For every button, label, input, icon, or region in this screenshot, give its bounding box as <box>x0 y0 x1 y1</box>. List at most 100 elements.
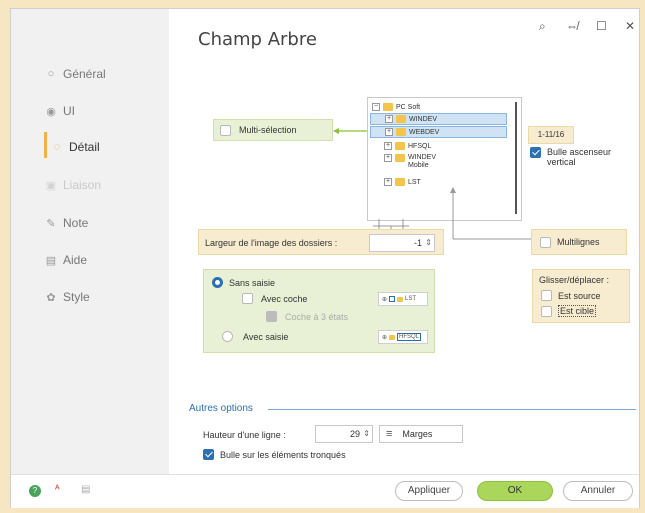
folder-icon <box>396 128 406 136</box>
est-cible-label: Est cible <box>558 305 597 317</box>
tree-item-label: WINDEV <box>409 115 437 123</box>
marges-label: Marges <box>402 429 433 439</box>
avec-saisie-label: Avec saisie <box>243 331 289 342</box>
bulle-tronques-option[interactable]: Bulle sur les éléments tronqués <box>203 449 346 460</box>
pin-icon[interactable]: ⌕ <box>539 19 546 34</box>
restore-icon[interactable]: ⇎ <box>566 19 578 33</box>
bulle-ascenseur-checkbox[interactable] <box>530 147 541 158</box>
largeur-value: -1 <box>413 238 422 248</box>
tree-item: + HFSQL <box>384 140 431 152</box>
collapse-icon: − <box>372 103 380 111</box>
checkbox-icon <box>389 296 396 302</box>
hauteur-label: Hauteur d'une ligne : <box>203 430 286 440</box>
saisie-preview: ⊕ HFSQL <box>378 330 428 344</box>
tree-item-label: LST <box>408 178 421 186</box>
eye-icon: ◉ <box>46 105 56 118</box>
expand-icon: ⊕ <box>382 296 388 303</box>
tree-item: + WINDEV <box>370 113 507 125</box>
stepper-icon[interactable]: ⇕ <box>425 235 432 251</box>
tree-item-label: HFSQL <box>408 142 432 150</box>
radio-icon: ○ <box>47 68 55 80</box>
folder-icon <box>395 142 405 150</box>
sidebar-item-label: Général <box>63 67 106 81</box>
coche-3-etats-checkbox <box>266 311 277 322</box>
multiselection-label: Multi-sélection <box>239 125 297 135</box>
avec-coche-option[interactable]: Avec coche <box>242 293 307 304</box>
est-source-option[interactable]: Est source <box>541 290 601 301</box>
sidebar-item-note[interactable]: ✎ Note <box>45 216 88 230</box>
est-cible-option[interactable]: Est cible <box>541 305 597 317</box>
tree-item: + LST <box>384 176 421 188</box>
avec-saisie-radio[interactable] <box>222 331 233 342</box>
page-title: Champ Arbre <box>198 29 317 50</box>
preview-label: HFSQL <box>397 333 422 341</box>
expand-icon: + <box>385 128 393 136</box>
multilignes-checkbox[interactable] <box>540 236 551 248</box>
coche-3-etats-label: Coche à 3 états <box>285 311 349 322</box>
expand-icon: + <box>384 154 392 162</box>
sidebar-item-liaison[interactable]: ▣ Liaison <box>45 178 101 192</box>
pencil-icon: ✎ <box>46 217 56 230</box>
coche-3-etats-option: Coche à 3 états <box>266 311 348 322</box>
copy-icon[interactable]: ▤ <box>81 484 90 495</box>
detail-icon: ◌ <box>53 141 61 153</box>
glisser-panel: Glisser/déplacer : Est source Est cible <box>532 269 630 323</box>
multiselection-checkbox[interactable] <box>220 124 231 136</box>
link-icon: ▣ <box>45 179 57 192</box>
preview-label: LST <box>405 296 417 302</box>
annuler-button[interactable]: Annuler <box>563 481 633 501</box>
bulle-ascenseur-label: Bulle ascenseur vertical <box>547 147 612 167</box>
close-icon[interactable]: ✕ <box>625 19 635 33</box>
tree-item: + WEBDEV <box>370 126 507 138</box>
largeur-spinner[interactable]: -1 ⇕ <box>369 234 435 252</box>
multilignes-label: Multilignes <box>557 237 600 247</box>
sidebar-item-style[interactable]: ✿ Style <box>45 290 90 304</box>
sidebar-item-label: Style <box>63 290 90 304</box>
menu-icon: ≡ <box>386 428 393 440</box>
folder-icon <box>395 154 405 162</box>
marges-button[interactable]: ≡ Marges <box>379 425 463 443</box>
folder-icon <box>395 178 405 186</box>
sans-saisie-radio[interactable] <box>212 277 223 288</box>
help-icon: ▤ <box>45 254 57 267</box>
tree-item: + WINDEV Mobile <box>384 154 448 174</box>
expand-icon: ⊕ <box>382 334 388 341</box>
stepper-icon[interactable]: ⇕ <box>363 426 370 442</box>
expand-icon: + <box>384 142 392 150</box>
ok-button[interactable]: OK <box>477 481 553 501</box>
sidebar-item-aide[interactable]: ▤ Aide <box>45 253 87 267</box>
est-cible-checkbox[interactable] <box>541 305 552 317</box>
sidebar: ○ Général ◉ UI ◌ Détail ▣ Liaison ✎ Note… <box>11 9 169 474</box>
hauteur-spinner[interactable]: 29 ⇕ <box>315 425 373 443</box>
sidebar-item-detail[interactable]: ◌ Détail <box>51 140 100 154</box>
dialog-window: ○ Général ◉ UI ◌ Détail ▣ Liaison ✎ Note… <box>10 8 640 508</box>
est-source-checkbox[interactable] <box>541 290 552 301</box>
bulle-ascenseur-option[interactable]: Bulle ascenseur vertical <box>530 147 619 167</box>
translate-icon[interactable]: ᴬ <box>55 484 60 495</box>
sidebar-item-label: Détail <box>69 140 100 154</box>
sidebar-item-ui[interactable]: ◉ UI <box>45 104 75 118</box>
sidebar-item-general[interactable]: ○ Général <box>45 67 106 81</box>
folder-icon <box>389 334 396 340</box>
avec-saisie-option[interactable]: Avec saisie <box>222 331 288 342</box>
maximize-icon[interactable]: ☐ <box>596 19 607 33</box>
arrow-icon <box>333 128 367 134</box>
sidebar-item-label: Liaison <box>63 178 102 192</box>
sans-saisie-option[interactable]: Sans saisie <box>212 277 275 288</box>
sidebar-item-label: UI <box>63 104 75 118</box>
hauteur-value: 29 <box>349 429 360 439</box>
tree-item-label: WEBDEV <box>409 128 440 136</box>
active-indicator <box>44 132 47 158</box>
est-source-label: Est source <box>558 290 601 301</box>
appliquer-button[interactable]: Appliquer <box>395 481 463 501</box>
largeur-label: Largeur de l'image des dossiers : <box>205 238 338 248</box>
saisie-panel: Sans saisie Avec coche ⊕ LST Coche à 3 é… <box>203 269 435 353</box>
palette-icon: ✿ <box>46 291 56 304</box>
help-circle-icon[interactable]: ? <box>29 485 41 497</box>
avec-coche-checkbox[interactable] <box>242 293 253 304</box>
expand-icon: + <box>384 178 392 186</box>
tree-root: − PC Soft <box>372 101 420 113</box>
tree-root-label: PC Soft <box>396 103 421 111</box>
folder-icon <box>397 296 404 302</box>
bulle-tronques-checkbox[interactable] <box>203 449 214 460</box>
